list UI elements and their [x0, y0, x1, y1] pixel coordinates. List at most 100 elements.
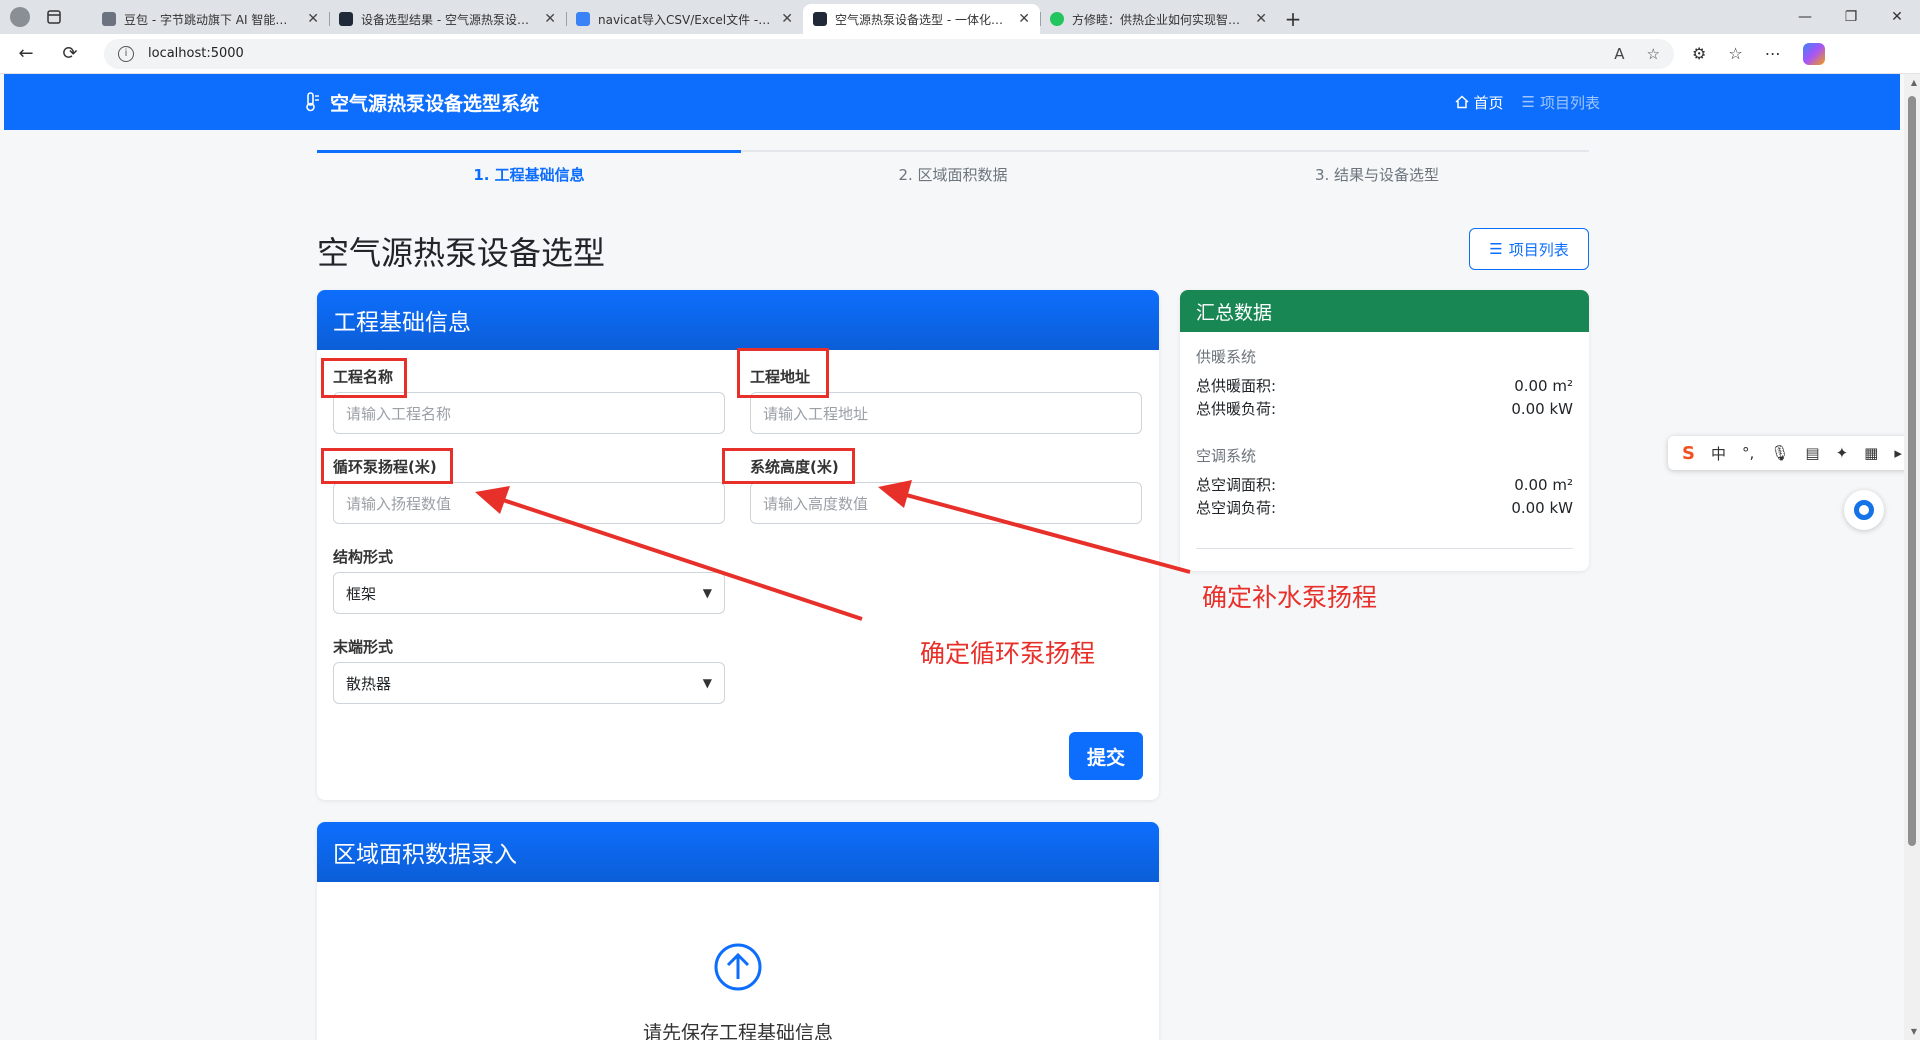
close-icon[interactable]: ✕ — [1018, 11, 1030, 27]
thermometer-icon — [306, 92, 319, 112]
navbar-brand[interactable]: 空气源热泵设备选型系统 — [304, 74, 539, 130]
ac-section-title: 空调系统 — [1196, 447, 1257, 465]
minimize-button[interactable]: — — [1782, 0, 1828, 34]
terminal-label: 末端形式 — [333, 638, 394, 656]
structure-label: 结构形式 — [333, 548, 394, 566]
reload-button[interactable]: ⟳ — [52, 36, 88, 72]
circle-icon — [1854, 500, 1874, 520]
arrow-up-circle-icon — [714, 943, 762, 991]
navbar-links: 首页 ☰ 项目列表 — [1455, 74, 1600, 130]
keyboard-icon[interactable]: ▤ — [1805, 444, 1819, 462]
extensions-icon[interactable]: ⚙ — [1692, 44, 1706, 63]
highlight-box-project-name — [321, 358, 407, 398]
favorite-star-icon[interactable]: ☆ — [1647, 45, 1660, 63]
area-data-header: 区域面积数据录入 — [317, 822, 1159, 882]
list-icon: ☰ — [1521, 93, 1535, 111]
tab-strip-tools — [0, 0, 92, 34]
heating-area-row: 总供暖面积: 0.00 m² — [1196, 375, 1573, 398]
ime-menu-icon[interactable]: ▸ — [1894, 444, 1902, 462]
scrollbar-thumb[interactable] — [1908, 96, 1916, 846]
nav-home-label: 首页 — [1473, 93, 1504, 112]
submit-button[interactable]: 提交 — [1069, 732, 1143, 780]
copilot-icon[interactable] — [1802, 42, 1825, 65]
close-icon[interactable]: ✕ — [1255, 11, 1267, 27]
read-aloud-icon[interactable]: A — [1614, 45, 1624, 63]
project-name-input[interactable]: 请输入工程名称 — [333, 392, 725, 434]
favorites-icon[interactable]: ☆ — [1728, 44, 1742, 63]
structure-selected-value: 框架 — [346, 584, 377, 603]
window-controls: — ❐ ✕ — [1782, 0, 1920, 34]
scroll-up-icon[interactable]: ▲ — [1911, 78, 1917, 87]
area-data-card: 区域面积数据录入 请先保存工程基础信息 — [317, 822, 1159, 1040]
back-button[interactable]: ← — [8, 36, 44, 72]
tab-title: 方修睦：供热企业如何实现智慧化 — [1072, 12, 1248, 27]
summary-card: 汇总数据 供暖系统 总供暖面积: 0.00 m² 总供暖负荷: 0.00 kW … — [1180, 290, 1589, 571]
info-icon[interactable]: i — [118, 45, 134, 62]
close-window-button[interactable]: ✕ — [1874, 0, 1920, 34]
summary-header: 汇总数据 — [1180, 290, 1589, 332]
project-list-button[interactable]: ☰ 项目列表 — [1469, 228, 1589, 270]
close-icon[interactable]: ✕ — [781, 11, 793, 27]
heating-load-label: 总供暖负荷: — [1196, 400, 1277, 418]
microphone-icon[interactable]: 🎙 — [1770, 444, 1789, 462]
tab-title: 豆包 - 字节跳动旗下 AI 智能助手 — [124, 12, 300, 27]
top-navbar: 空气源热泵设备选型系统 首页 ☰ 项目列表 — [4, 74, 1900, 130]
chevron-down-icon: ▼ — [702, 676, 712, 690]
restore-button[interactable]: ❐ — [1828, 0, 1874, 34]
tab-actions-icon[interactable] — [44, 7, 64, 27]
project-address-input[interactable]: 请输入工程地址 — [750, 392, 1142, 434]
annotation-circulation-pump: 确定循环泵扬程 — [920, 639, 1096, 668]
step-1[interactable]: 1. 工程基础信息 — [317, 164, 741, 185]
browser-tab-wechat[interactable]: 方修睦：供热企业如何实现智慧化 ✕ — [1040, 4, 1277, 34]
heating-section-title: 供暖系统 — [1196, 348, 1257, 366]
url-text: localhost:5000 — [148, 46, 244, 61]
close-icon[interactable]: ✕ — [544, 11, 556, 27]
structure-select[interactable]: 框架 ▼ — [333, 572, 725, 614]
step-2[interactable]: 2. 区域面积数据 — [741, 164, 1165, 185]
steps-progress-bar — [317, 150, 741, 153]
nav-home-link[interactable]: 首页 — [1455, 92, 1504, 113]
system-height-input[interactable]: 请输入高度数值 — [750, 482, 1142, 524]
highlight-box-system-height — [722, 448, 855, 484]
heating-area-label: 总供暖面积: — [1196, 377, 1277, 395]
sogou-logo-icon[interactable]: S — [1682, 443, 1695, 464]
skin-icon[interactable]: ✦ — [1836, 444, 1849, 462]
address-bar[interactable]: i localhost:5000 A ☆ — [104, 38, 1674, 69]
step-3[interactable]: 3. 结果与设备选型 — [1165, 164, 1589, 185]
browser-tab-results[interactable]: 设备选型结果 - 空气源热泵设备选型 ✕ — [329, 4, 566, 34]
pump-head-input[interactable]: 请输入扬程数值 — [333, 482, 725, 524]
ime-toolbar[interactable]: S 中 °, 🎙 ▤ ✦ ▦ ▸ — [1668, 436, 1916, 470]
tab-favicon — [339, 12, 353, 26]
basic-info-header: 工程基础信息 — [317, 290, 1159, 350]
grid-icon[interactable]: ▦ — [1864, 444, 1878, 462]
page-title: 空气源热泵设备选型 — [317, 234, 606, 272]
ime-chinese-toggle[interactable]: 中 — [1711, 443, 1726, 464]
heating-area-value: 0.00 m² — [1514, 377, 1573, 395]
terminal-select[interactable]: 散热器 ▼ — [333, 662, 725, 704]
tab-title: navicat导入CSV/Excel文件 - 知乎 — [598, 12, 774, 27]
close-icon[interactable]: ✕ — [307, 11, 319, 27]
browser-tab-current[interactable]: 空气源热泵设备选型 - 一体化数据 ✕ — [803, 4, 1040, 34]
scroll-down-icon[interactable]: ▼ — [1911, 1027, 1917, 1036]
profile-icon[interactable] — [10, 7, 30, 27]
highlight-box-pump-head — [321, 448, 453, 484]
browser-tab-strip: 豆包 - 字节跳动旗下 AI 智能助手 ✕ 设备选型结果 - 空气源热泵设备选型… — [0, 0, 1920, 34]
nav-projects-link[interactable]: ☰ 项目列表 — [1522, 92, 1600, 113]
nav-projects-label: 项目列表 — [1539, 93, 1600, 112]
browser-tab-doubao[interactable]: 豆包 - 字节跳动旗下 AI 智能助手 ✕ — [92, 4, 329, 34]
ac-area-value: 0.00 m² — [1514, 476, 1573, 494]
browser-tab-zhihu[interactable]: navicat导入CSV/Excel文件 - 知乎 ✕ — [566, 4, 803, 34]
page-scrollbar[interactable]: ▲ ▼ — [1904, 74, 1920, 1040]
annotation-makeup-pump: 确定补水泵扬程 — [1202, 583, 1378, 612]
heating-load-row: 总供暖负荷: 0.00 kW — [1196, 398, 1573, 421]
ime-punctuation-icon[interactable]: °, — [1742, 444, 1754, 462]
list-icon: ☰ — [1489, 240, 1503, 258]
more-menu-icon[interactable]: ⋯ — [1765, 44, 1781, 63]
brand-title: 空气源热泵设备选型系统 — [330, 92, 540, 115]
tab-title: 空气源热泵设备选型 - 一体化数据 — [835, 12, 1011, 27]
page-viewport: 空气源热泵设备选型系统 首页 ☰ 项目列表 1. 工程基础信息 2. 区域面积数… — [0, 74, 1920, 1040]
new-tab-button[interactable]: + — [1277, 4, 1309, 34]
floating-assistant-button[interactable] — [1844, 490, 1884, 530]
summary-body: 供暖系统 总供暖面积: 0.00 m² 总供暖负荷: 0.00 kW 空调系统 … — [1180, 332, 1589, 549]
tab-title: 设备选型结果 - 空气源热泵设备选型 — [361, 12, 537, 27]
